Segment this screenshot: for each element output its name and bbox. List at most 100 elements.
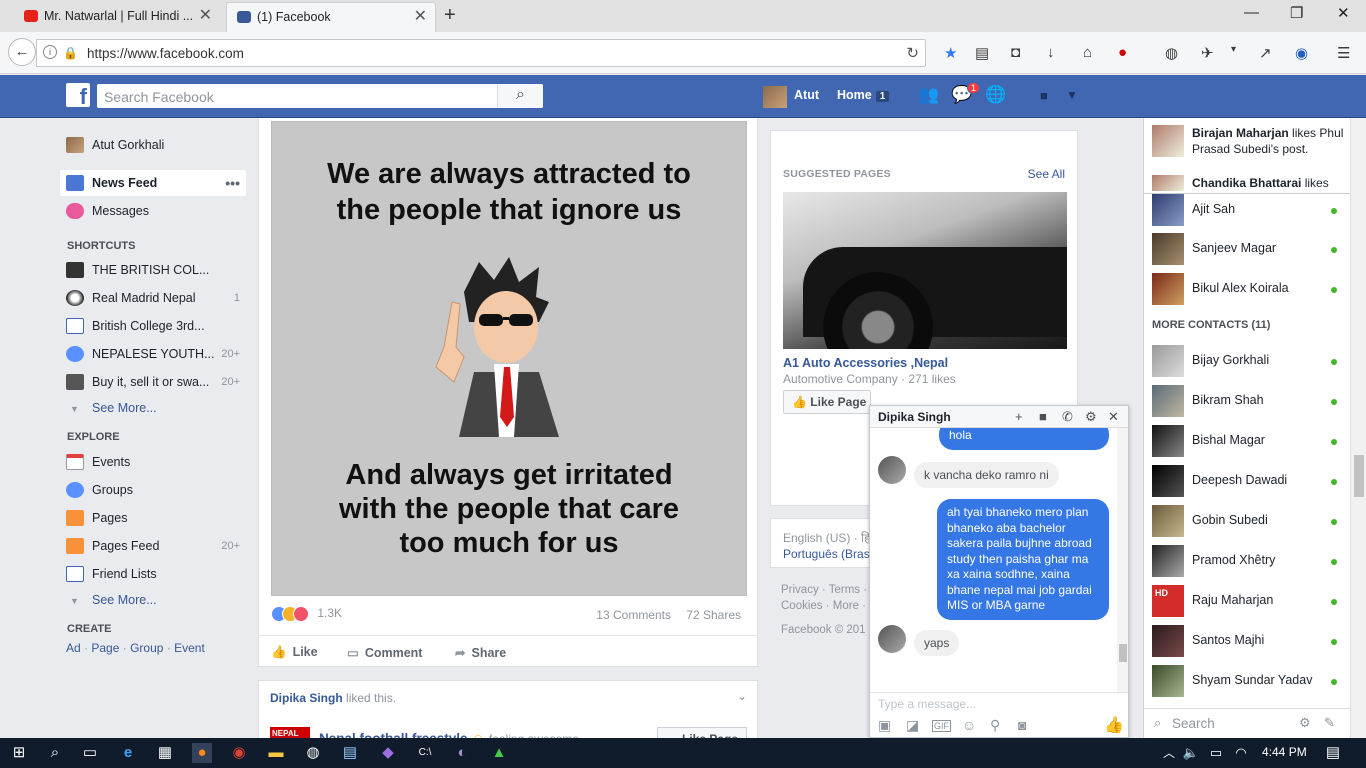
chat-contact-name[interactable]: Dipika Singh — [878, 410, 951, 424]
scrollbar-thumb[interactable] — [1354, 455, 1364, 497]
adblock-icon[interactable]: ● — [1118, 44, 1127, 61]
sidebar-item-shortcut[interactable]: British College 3rd... — [60, 313, 246, 339]
attachment-icon[interactable]: ⚲ — [990, 717, 1000, 734]
gear-icon[interactable]: ⚙ — [1299, 715, 1311, 731]
create-group-link[interactable]: Group — [130, 641, 163, 655]
visual-studio-icon[interactable]: ◆ — [378, 743, 398, 763]
contact-item[interactable]: Pramod Xhêtry — [1144, 541, 1350, 581]
comments-link[interactable]: 13 Comments — [596, 608, 671, 622]
action-center-icon[interactable]: ▤ — [1323, 743, 1343, 763]
emoji-icon[interactable]: ☺ — [962, 717, 976, 733]
add-person-icon[interactable]: + — [1015, 409, 1023, 424]
chat-search-input[interactable]: ⌕ Search ⚙ ✎ — [1144, 708, 1350, 738]
pocket-icon[interactable]: ◘ — [1011, 44, 1020, 61]
avatar[interactable] — [763, 86, 787, 108]
contact-item[interactable]: Bikram Shah — [1144, 381, 1350, 421]
more-options-icon[interactable]: ••• — [225, 170, 240, 196]
shares-link[interactable]: 72 Shares — [686, 608, 741, 622]
extension-icon[interactable]: ✈ — [1201, 44, 1214, 62]
image-icon[interactable]: ▣ — [878, 717, 891, 734]
volume-mute-icon[interactable]: 🔈 — [1181, 743, 1201, 763]
sidebar-item-shortcut[interactable]: NEPALESE YOUTH... 20+ — [60, 341, 246, 367]
footer-line[interactable]: Cookies · More · — [781, 598, 867, 614]
clock[interactable]: 4:44 PM — [1262, 745, 1307, 759]
contact-item[interactable]: Bikul Alex Koirala — [1144, 269, 1350, 309]
sidebar-item-shortcut[interactable]: Real Madrid Nepal 1 — [60, 285, 246, 311]
footer-line[interactable]: Privacy · Terms · — [781, 582, 867, 598]
like-page-button[interactable]: 👍 Like Page — [783, 390, 871, 414]
gear-icon[interactable]: ⚙ — [1085, 409, 1097, 425]
home-icon[interactable]: ⌂ — [1083, 44, 1092, 61]
contact-item[interactable]: Shyam Sundar Yadav — [1144, 661, 1350, 701]
chevron-up-icon[interactable]: ︿ — [1159, 743, 1179, 763]
facebook-logo[interactable]: f — [66, 83, 90, 107]
sticker-icon[interactable]: ◪ — [906, 717, 919, 734]
voice-call-icon[interactable]: ✆ — [1062, 409, 1073, 425]
create-event-link[interactable]: Event — [174, 641, 205, 655]
sidebar-item-shortcut[interactable]: Buy it, sell it or swa... 20+ — [60, 369, 246, 395]
menu-icon[interactable]: ☰ — [1337, 44, 1350, 62]
new-tab-button[interactable]: + — [444, 4, 456, 27]
tab-facebook[interactable]: (1) Facebook ✕ — [226, 2, 436, 32]
reload-icon[interactable]: ↻ — [906, 44, 919, 62]
video-call-icon[interactable]: ■ — [1039, 409, 1047, 424]
download-icon[interactable]: ↓ — [1047, 44, 1055, 61]
chevron-down-icon[interactable]: ⌄ — [737, 689, 747, 703]
contact-item[interactable]: Bijay Gorkhali — [1144, 341, 1350, 381]
battery-icon[interactable]: ▭ — [1206, 743, 1226, 763]
ticker-item[interactable]: Chandika Bhattarai likes — [1192, 175, 1347, 191]
eclipse-icon[interactable]: ◐ — [452, 743, 472, 763]
chevron-down-icon[interactable]: ▾ — [1231, 44, 1236, 55]
command-prompt-icon[interactable]: C:\ — [415, 743, 435, 763]
see-more-explore-link[interactable]: See More... — [92, 593, 157, 607]
message-input[interactable]: Type a message... — [870, 692, 1128, 712]
close-tab-icon[interactable]: ✕ — [414, 3, 427, 31]
edge-icon[interactable]: e — [118, 743, 138, 763]
maximize-button[interactable]: ❐ — [1290, 4, 1303, 22]
page-scrollbar[interactable] — [1350, 118, 1366, 738]
notepad-icon[interactable]: ▤ — [340, 743, 360, 763]
chat-scrollbar[interactable] — [1117, 428, 1128, 692]
close-tab-icon[interactable]: ✕ — [199, 2, 212, 30]
see-more-shortcuts-link[interactable]: See More... — [92, 401, 157, 415]
profile-shortcut[interactable]: Atut Gorkhali — [60, 132, 246, 158]
post-image[interactable]: We are always attracted to the people th… — [271, 121, 747, 596]
reactions[interactable]: 1.3K — [271, 606, 342, 622]
store-icon[interactable]: ▦ — [155, 743, 175, 763]
tab-youtube[interactable]: Mr. Natwarlal | Full Hindi ... ✕ — [14, 2, 220, 32]
thumbs-up-icon[interactable]: 👍 — [1104, 715, 1124, 735]
contact-item[interactable]: Ajit Sah — [1144, 190, 1350, 230]
app-icon[interactable]: ▲ — [489, 743, 509, 763]
contact-item[interactable]: Gobin Subedi — [1144, 501, 1350, 541]
back-button[interactable]: ← — [8, 38, 36, 66]
home-link[interactable]: Home 1 — [837, 88, 890, 102]
bookmark-star-icon[interactable]: ★ — [944, 44, 957, 62]
contact-item[interactable]: Deepesh Dawadi — [1144, 461, 1350, 501]
suggested-page-name[interactable]: A1 Auto Accessories ,Nepal — [783, 356, 948, 370]
firefox-icon[interactable]: ● — [192, 743, 212, 763]
url-text[interactable]: https://www.facebook.com — [87, 46, 244, 61]
account-menu-chevron-icon[interactable]: ▼ — [1066, 88, 1078, 102]
sidebar-item-events[interactable]: Events — [60, 449, 246, 475]
contact-item[interactable]: Santos Majhi — [1144, 621, 1350, 661]
sidebar-item-news-feed[interactable]: News Feed ••• — [60, 170, 246, 196]
share-button[interactable]: ➦ Share — [455, 645, 506, 660]
gif-icon[interactable]: GIF — [932, 720, 951, 732]
minimize-button[interactable]: — — [1244, 4, 1259, 21]
privacy-lock-icon[interactable]: ■ — [1040, 88, 1048, 103]
sidebar-item-pages-feed[interactable]: Pages Feed 20+ — [60, 533, 246, 559]
contact-item[interactable]: HD Raju Maharjan — [1144, 581, 1350, 621]
sidebar-item-pages[interactable]: Pages — [60, 505, 246, 531]
friend-requests-icon[interactable]: 👥 — [918, 85, 939, 105]
create-ad-link[interactable]: Ad — [66, 641, 81, 655]
chrome-icon[interactable]: ◉ — [229, 743, 249, 763]
reading-list-icon[interactable]: ▤ — [975, 44, 989, 62]
sidebar-item-groups[interactable]: Groups — [60, 477, 246, 503]
wifi-icon[interactable]: ◠ — [1231, 743, 1251, 763]
close-icon[interactable]: ✕ — [1108, 409, 1119, 425]
globe-extension-icon[interactable]: ◍ — [1165, 44, 1178, 62]
sidebar-item-friend-lists[interactable]: Friend Lists — [60, 561, 246, 587]
suggested-page-image[interactable] — [783, 192, 1067, 349]
task-view-icon[interactable]: ▭ — [80, 743, 100, 763]
actor-link[interactable]: Dipika Singh — [270, 691, 343, 705]
